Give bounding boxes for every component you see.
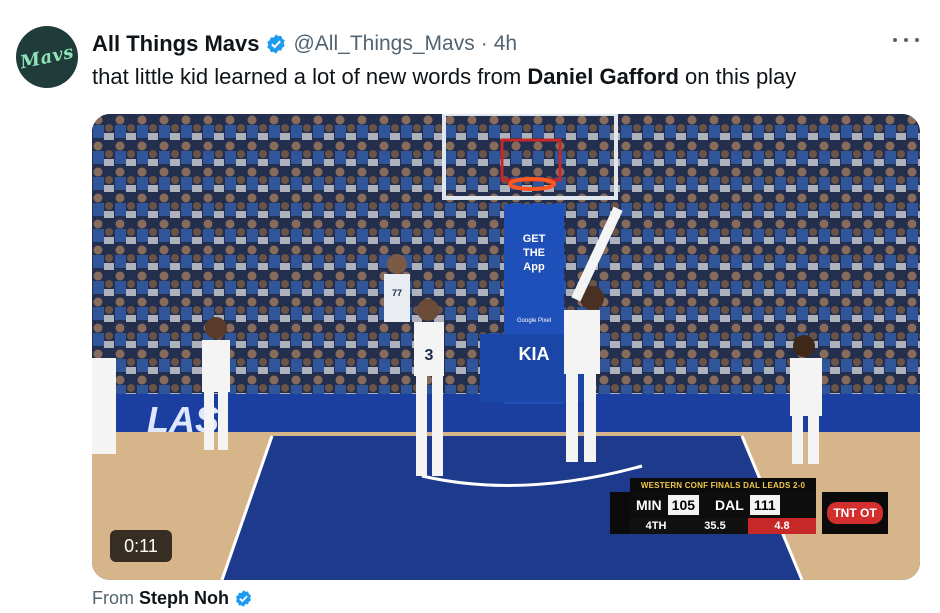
handle[interactable]: @All_Things_Mavs bbox=[293, 32, 474, 56]
tweet-text-start: that little kid learned a lot of new wor… bbox=[92, 64, 528, 89]
video-attribution: From Steph Noh bbox=[92, 588, 259, 609]
video-player[interactable]: LAS GET THE App Google Pixel KIA 3 77 0:… bbox=[92, 114, 920, 580]
player-left-edge bbox=[92, 358, 116, 454]
series-banner: WESTERN CONF FINALS DAL LEADS 2-0 bbox=[630, 478, 816, 492]
game-clock: 35.5 bbox=[704, 520, 726, 532]
jersey-number-77: 77 bbox=[392, 288, 402, 298]
quarter: 4TH bbox=[645, 520, 667, 532]
home-team: DAL bbox=[715, 497, 744, 513]
score-row: MIN 105 DAL 111 bbox=[630, 492, 816, 518]
away-score: 105 bbox=[667, 495, 700, 515]
shot-clock: 4.8 bbox=[748, 518, 816, 534]
tweet-text-end: on this play bbox=[678, 64, 797, 89]
more-options-icon[interactable] bbox=[893, 30, 919, 50]
stanchion-line-1: GET bbox=[523, 233, 546, 245]
video-timestamp: 0:11 bbox=[110, 530, 172, 562]
separator-dot: · bbox=[480, 32, 488, 55]
profile-avatar[interactable]: Mavs bbox=[16, 26, 78, 88]
verified-badge-icon bbox=[234, 589, 253, 608]
source-account-name[interactable]: Steph Noh bbox=[139, 588, 229, 609]
player-silhouette-icon bbox=[610, 492, 630, 534]
avatar-logo-text: Mavs bbox=[18, 41, 76, 73]
stanchion-line-2: THE bbox=[523, 247, 545, 259]
network-logo: TNT OT bbox=[822, 492, 888, 534]
network-logo-text: TNT OT bbox=[827, 502, 883, 524]
tweet-header: All Things Mavs @All_Things_Mavs · 4h bbox=[92, 30, 517, 58]
verified-badge-icon bbox=[265, 33, 287, 55]
post-time[interactable]: 4h bbox=[494, 32, 517, 56]
tweet-text-mention: Daniel Gafford bbox=[527, 64, 679, 89]
stanchion-logo: KIA bbox=[519, 344, 550, 364]
home-score: 111 bbox=[749, 495, 780, 515]
from-label: From bbox=[92, 588, 134, 608]
stanchion-line-3: App bbox=[523, 261, 545, 273]
away-team: MIN bbox=[636, 497, 662, 513]
tweet-text: that little kid learned a lot of new wor… bbox=[92, 64, 796, 90]
stanchion-sponsor: Google Pixel bbox=[517, 318, 551, 324]
scoreboard: WESTERN CONF FINALS DAL LEADS 2-0 MIN 10… bbox=[610, 478, 906, 534]
display-name[interactable]: All Things Mavs bbox=[92, 31, 259, 57]
jersey-number-3: 3 bbox=[425, 347, 434, 364]
clock-row: 4TH 35.5 4.8 bbox=[630, 518, 816, 534]
